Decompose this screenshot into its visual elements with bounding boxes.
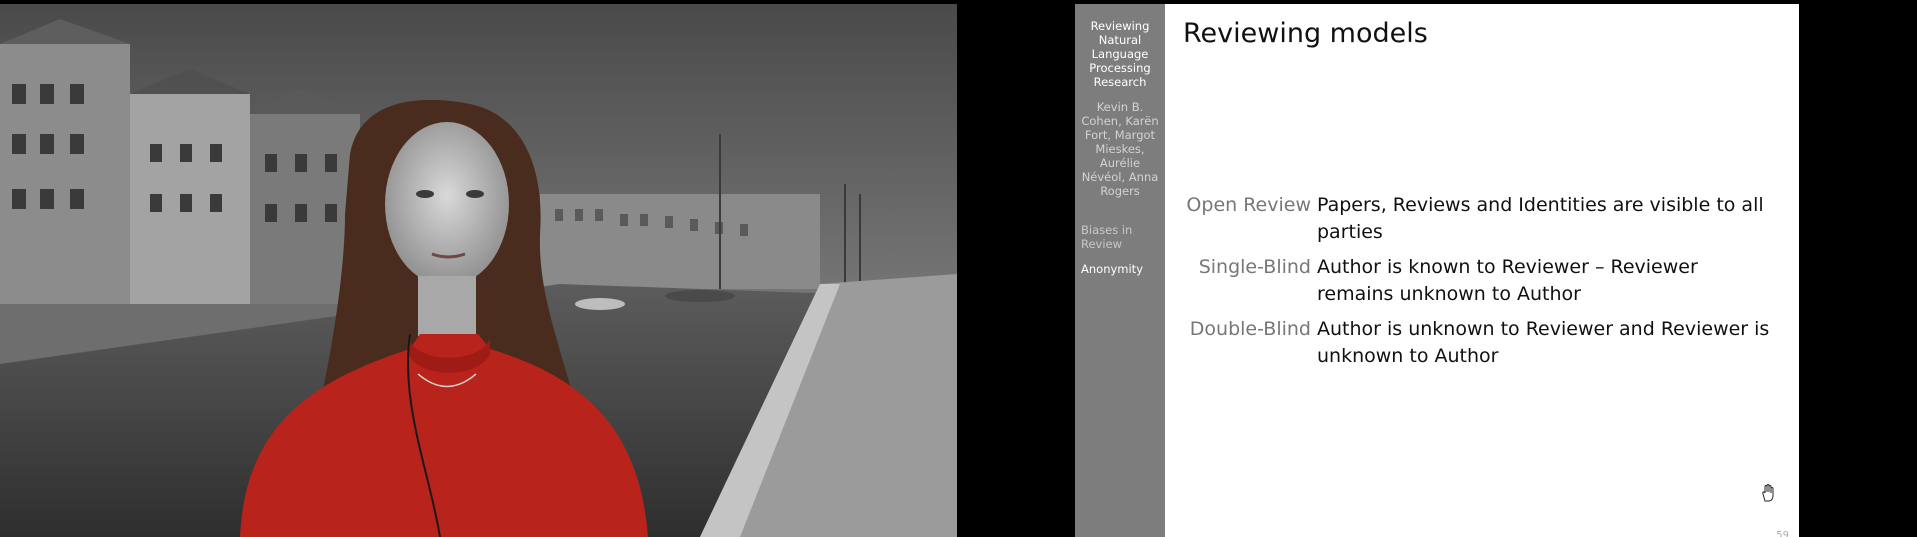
presentation-slide: Reviewing Natural Language Processing Re… bbox=[1075, 4, 1799, 537]
video-frame-image bbox=[0, 4, 957, 537]
definition-term: Double-Blind bbox=[1189, 318, 1311, 340]
page-number: 59 bbox=[1776, 530, 1789, 537]
slide-navigation-sidebar: Reviewing Natural Language Processing Re… bbox=[1075, 4, 1165, 537]
definition-term: Single-Blind bbox=[1198, 256, 1311, 278]
webcam-video-feed bbox=[0, 4, 957, 537]
list-item: Single-Blind Author is known to Reviewer… bbox=[1185, 254, 1785, 308]
definition-description: Author is unknown to Reviewer and Review… bbox=[1317, 318, 1770, 367]
slide-title: Reviewing models bbox=[1183, 18, 1428, 49]
reviewing-models-list: Open Review Papers, Reviews and Identiti… bbox=[1185, 192, 1785, 378]
list-item: Double-Blind Author is unknown to Review… bbox=[1185, 316, 1785, 370]
hand-cursor-icon bbox=[1762, 484, 1774, 502]
sidebar-section-anonymity[interactable]: Anonymity bbox=[1075, 262, 1165, 276]
sidebar-presentation-title[interactable]: Reviewing Natural Language Processing Re… bbox=[1075, 4, 1165, 89]
definition-description: Author is known to Reviewer – Reviewer r… bbox=[1317, 256, 1698, 305]
slide-content: Reviewing models Open Review Papers, Rev… bbox=[1165, 4, 1799, 537]
list-item: Open Review Papers, Reviews and Identiti… bbox=[1185, 192, 1785, 246]
definition-term: Open Review bbox=[1186, 194, 1311, 216]
sidebar-section-biases-in-review[interactable]: Biases in Review bbox=[1075, 223, 1165, 251]
sidebar-authors: Kevin B. Cohen, Karën Fort, Margot Miesk… bbox=[1081, 100, 1159, 198]
definition-description: Papers, Reviews and Identities are visib… bbox=[1317, 194, 1764, 243]
